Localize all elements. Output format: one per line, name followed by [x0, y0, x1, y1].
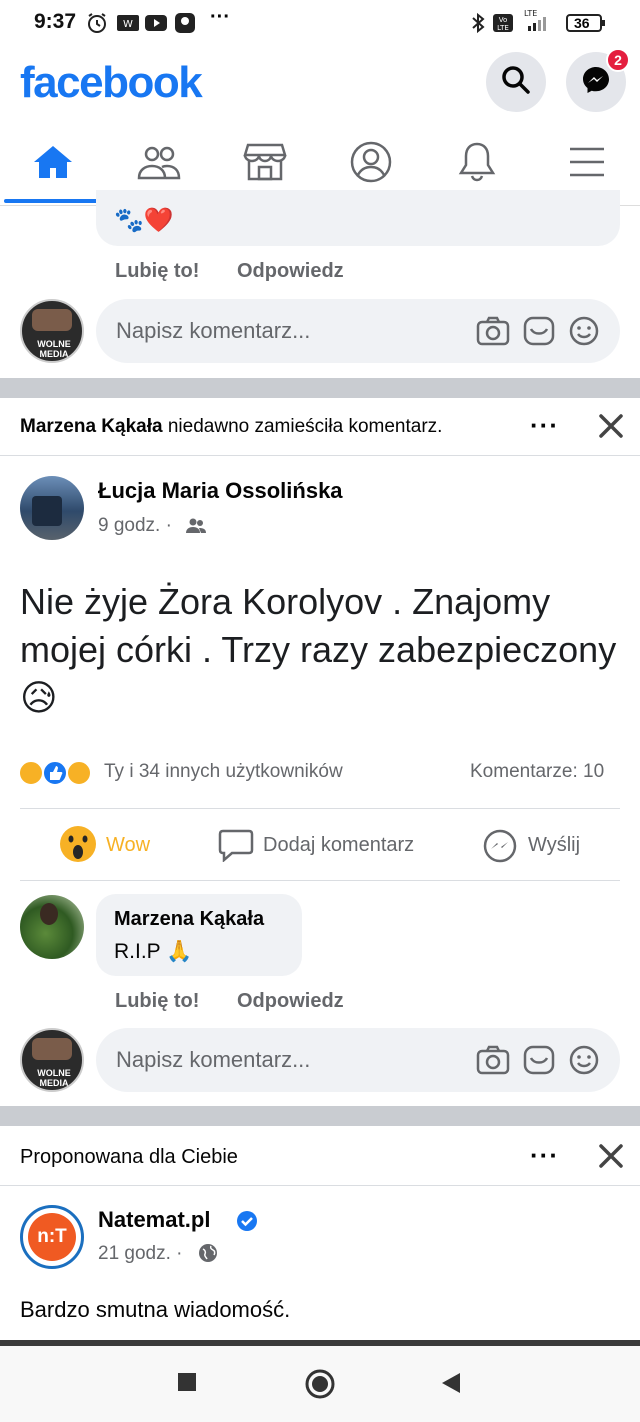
signal-icon: LTE [520, 8, 556, 31]
more-notifications-icon: ··· [210, 6, 230, 28]
post-time[interactable]: 21 godz. · [98, 1243, 183, 1265]
author-avatar[interactable] [20, 476, 84, 540]
activity-actor[interactable]: Marzena Kąkała [20, 416, 163, 437]
gif-icon[interactable] [522, 1044, 556, 1081]
recents-icon[interactable] [177, 1372, 197, 1397]
verified-icon [236, 1210, 258, 1237]
emoji-icon[interactable] [568, 315, 600, 352]
battery-level: 36 [574, 15, 590, 31]
search-icon [500, 64, 532, 101]
svg-text:LTE: LTE [524, 9, 537, 18]
post-time[interactable]: 9 godz. · [98, 515, 172, 537]
send-label: Wyślij [528, 834, 581, 856]
comment-emoji: 🐾❤️ [114, 207, 174, 234]
add-comment-button[interactable]: Dodaj komentarz [218, 826, 438, 866]
tab-home[interactable] [0, 122, 106, 206]
like-reaction-icon [42, 760, 68, 786]
wow-reaction-icon [66, 760, 92, 786]
add-comment-label: Dodaj komentarz [263, 834, 415, 856]
alarm-icon [86, 12, 108, 34]
feed-divider [0, 378, 640, 398]
search-button[interactable] [486, 52, 546, 112]
comment-input[interactable]: Napisz komentarz... [96, 1028, 620, 1092]
messenger-badge: 2 [606, 48, 630, 72]
wow-reaction-button[interactable]: Wow [58, 824, 218, 868]
back-icon[interactable] [440, 1371, 462, 1400]
avatar: WOLNE MEDIA [20, 1028, 84, 1092]
page-avatar[interactable]: n:T [20, 1205, 84, 1269]
post-body: Nie żyje Żora Korolyov . Znajomy mojej c… [20, 581, 617, 718]
post-body: Bardzo smutna wiadomość. [20, 1297, 291, 1322]
gif-icon[interactable] [522, 315, 556, 352]
divider [20, 808, 620, 809]
bluetooth-icon [470, 12, 486, 34]
youtube-icon [144, 12, 168, 34]
facebook-logo[interactable]: facebook [20, 58, 203, 108]
svg-text:W: W [123, 19, 133, 30]
close-icon[interactable] [597, 1142, 625, 1175]
wow-icon [58, 824, 98, 869]
activity-header: Marzena Kąkała niedawno zamieściła komen… [20, 416, 442, 438]
hamburger-icon [567, 145, 607, 184]
page-name[interactable]: Natemat.pl [98, 1207, 210, 1233]
comment-icon [218, 828, 254, 867]
comment-bubble: 🐾❤️ [96, 190, 620, 246]
status-time: 9:37 [34, 10, 77, 33]
suggested-label: Proponowana dla Ciebie [20, 1146, 238, 1168]
like-comment-button[interactable]: Lubię to! [115, 260, 199, 283]
comment-text: R.I.P 🙏 [114, 940, 193, 963]
svg-text:LTE: LTE [497, 24, 509, 32]
sad-reaction-icon [18, 760, 44, 786]
globe-icon [198, 1243, 218, 1268]
emoji-icon[interactable] [568, 1044, 600, 1081]
friends-audience-icon [186, 517, 206, 540]
divider [0, 455, 640, 456]
comment-placeholder: Napisz komentarz... [116, 1047, 311, 1072]
android-nav-bar [0, 1346, 640, 1422]
tab-active-indicator [4, 199, 102, 203]
volte-icon: Vo LTE [492, 12, 514, 34]
messenger-button[interactable]: 2 [566, 48, 630, 112]
vpn-icon: W [116, 12, 140, 34]
activity-text: niedawno zamieściła komentarz. [162, 416, 443, 437]
commenter-avatar[interactable] [20, 895, 84, 959]
reply-comment-button[interactable]: Odpowiedz [237, 990, 344, 1013]
camera-icon[interactable] [476, 315, 510, 352]
app-icon [174, 12, 196, 34]
reactions-summary[interactable]: Ty i 34 innych użytkowników [104, 761, 343, 783]
bell-icon [457, 140, 497, 189]
comment-placeholder: Napisz komentarz... [116, 318, 311, 343]
like-comment-button[interactable]: Lubię to! [115, 990, 199, 1013]
feed-divider [0, 1106, 640, 1126]
reply-comment-button[interactable]: Odpowiedz [237, 260, 344, 283]
comment-author[interactable]: Marzena Kąkała [114, 908, 264, 931]
svg-text:Vo: Vo [499, 16, 508, 24]
close-icon[interactable] [597, 412, 625, 445]
messenger-icon [580, 64, 612, 101]
divider [0, 1185, 640, 1186]
friends-icon [136, 142, 182, 187]
messenger-send-icon [482, 828, 518, 869]
profile-icon [349, 140, 393, 189]
more-options-icon[interactable]: ··· [530, 1140, 559, 1171]
home-circle-icon[interactable] [304, 1368, 336, 1405]
home-icon [31, 142, 75, 187]
comments-count[interactable]: Komentarze: 10 [470, 761, 604, 783]
comment-input[interactable]: Napisz komentarz... [96, 299, 620, 363]
status-bar: 9:37 W ··· Vo LTE LTE 36 [0, 0, 640, 48]
post-author[interactable]: Łucja Maria Ossolińska [98, 478, 343, 504]
marketplace-icon [243, 141, 287, 188]
avatar: WOLNE MEDIA [20, 299, 84, 363]
send-button[interactable]: Wyślij [482, 826, 602, 866]
comment-bubble: Marzena Kąkała R.I.P 🙏 [96, 894, 302, 976]
divider [20, 880, 620, 881]
wow-label: Wow [106, 834, 151, 856]
camera-icon[interactable] [476, 1044, 510, 1081]
more-options-icon[interactable]: ··· [530, 410, 559, 441]
